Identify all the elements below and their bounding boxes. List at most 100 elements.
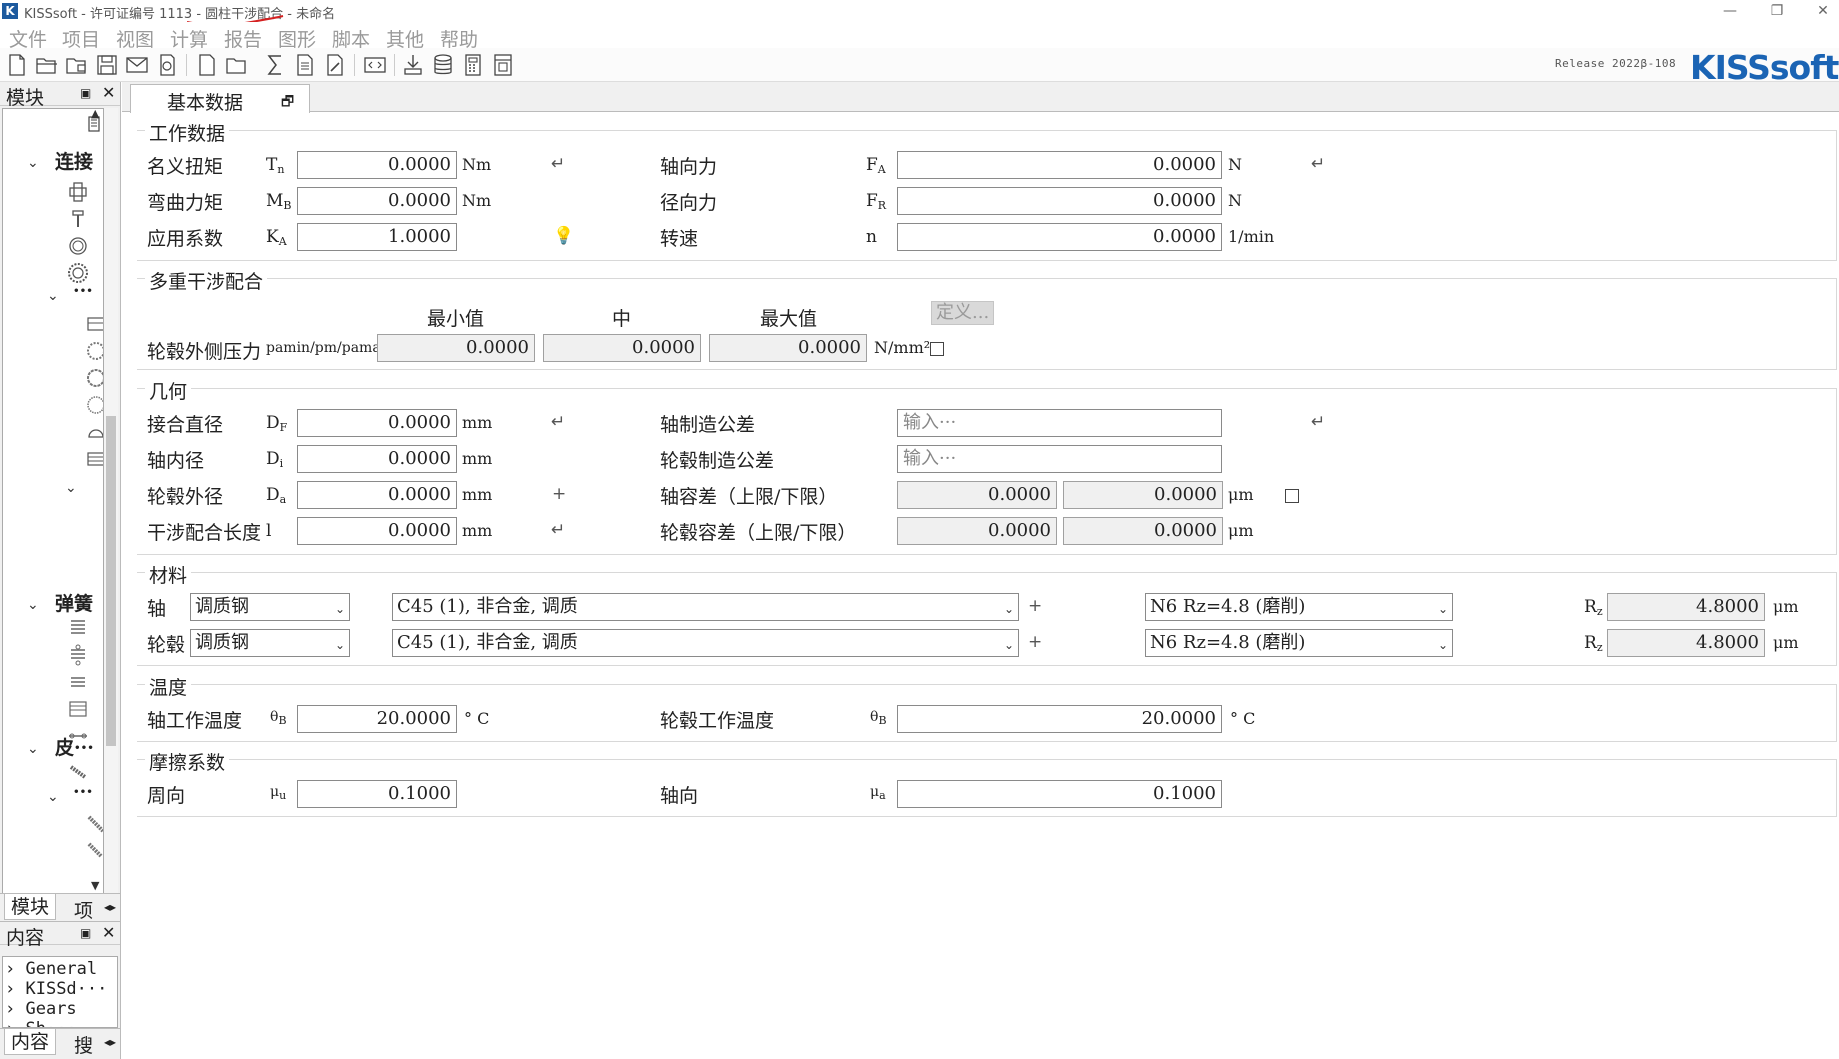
tab-basic-data[interactable]: 基本数据 🗗 (130, 84, 310, 115)
tab-scroll-icon[interactable]: ◂▸ (104, 1035, 116, 1049)
database-icon[interactable] (430, 52, 456, 78)
polygon-icon[interactable] (85, 367, 103, 389)
tree-scrollbar-thumb[interactable] (106, 416, 116, 746)
chain-icon[interactable] (85, 813, 103, 835)
report-edit-icon[interactable] (322, 52, 348, 78)
hub-rz-input[interactable]: 4.8000 (1607, 629, 1765, 657)
key-icon[interactable] (85, 313, 103, 335)
collapse-arrow-icon[interactable]: ⌄ (47, 789, 59, 805)
open-folder-icon[interactable] (34, 52, 60, 78)
radial-force-input[interactable]: 0.0000 (897, 187, 1222, 215)
belt-icon[interactable] (67, 761, 89, 783)
pin-icon[interactable]: ▣ (80, 86, 91, 100)
tab-search[interactable]: 搜 (74, 1031, 93, 1058)
fit-length-input[interactable]: 0.0000 (297, 517, 457, 545)
shaft-material-type-select[interactable]: 调质钢 ⌄ (190, 593, 350, 621)
tab-contents[interactable]: 内容 (4, 1029, 57, 1055)
hub-material-select[interactable]: C45 (1), 非合金, 调质 ⌄ (392, 629, 1019, 657)
axial-force-input[interactable]: 0.0000 (897, 151, 1222, 179)
chain-drive-icon[interactable] (85, 840, 103, 862)
expand-arrow-icon[interactable]: ⌄ (65, 480, 77, 496)
shaft-rz-input[interactable]: 4.8000 (1607, 593, 1765, 621)
pressure-min-input[interactable]: 0.0000 (377, 334, 535, 362)
save-icon[interactable] (94, 52, 120, 78)
detach-tab-icon[interactable]: 🗗 (281, 91, 294, 115)
tree-node-belt[interactable]: 皮··· (55, 733, 94, 760)
enter-arrow-icon[interactable]: ↵ (551, 520, 565, 540)
collapse-arrow-icon[interactable]: ⌄ (27, 155, 39, 171)
restore-icon[interactable]: ❐ (1762, 2, 1792, 20)
enter-arrow-icon[interactable]: ↵ (1311, 412, 1325, 432)
compression-spring-icon[interactable] (67, 617, 89, 639)
pin-icon[interactable]: ▣ (80, 926, 91, 940)
minimize-icon[interactable]: — (1715, 2, 1745, 20)
close-window-icon[interactable]: ✕ (1808, 2, 1838, 20)
speed-input[interactable]: 0.0000 (897, 223, 1222, 251)
folder-icon[interactable] (224, 52, 250, 78)
shaft-allowance-lower-input[interactable]: 0.0000 (1063, 481, 1223, 509)
scroll-up-icon[interactable]: ▲ (91, 109, 99, 120)
shaft-surface-select[interactable]: N6 Rz=4.8 (磨削) ⌄ (1145, 593, 1453, 621)
torsion-spring-icon[interactable] (67, 671, 89, 693)
hub-surface-select[interactable]: N6 Rz=4.8 (磨削) ⌄ (1145, 629, 1453, 657)
nominal-torque-input[interactable]: 0.0000 (297, 151, 457, 179)
tab-project[interactable]: 项 (74, 896, 93, 923)
new-file-icon[interactable] (4, 52, 30, 78)
bending-moment-input[interactable]: 0.0000 (297, 187, 457, 215)
plus-icon[interactable]: + (1028, 596, 1042, 616)
collapse-arrow-icon[interactable]: ⌄ (27, 741, 39, 757)
plus-icon[interactable]: + (1028, 632, 1042, 652)
shaft-inner-diameter-input[interactable]: 0.0000 (297, 445, 457, 473)
clamp-icon[interactable] (85, 448, 103, 470)
tree-node-sub-2[interactable]: ··· (73, 781, 93, 803)
shaft-material-select[interactable]: C45 (1), 非合金, 调质 ⌄ (392, 593, 1019, 621)
allowance-checkbox[interactable] (1285, 489, 1299, 503)
list-item[interactable]: › Gears (5, 999, 77, 1019)
script-icon[interactable] (362, 52, 388, 78)
history-icon[interactable] (154, 52, 180, 78)
layout-icon[interactable] (490, 52, 516, 78)
enter-arrow-icon[interactable]: ↵ (551, 412, 565, 432)
tab-modules[interactable]: 模块 (4, 894, 57, 920)
hub-material-type-select[interactable]: 调质钢 ⌄ (190, 629, 350, 657)
define-button[interactable]: 定义... (931, 301, 995, 325)
report-icon[interactable] (292, 52, 318, 78)
scroll-down-icon[interactable]: ▼ (91, 879, 99, 892)
disc-spring-icon[interactable] (67, 698, 89, 720)
shaft-tolerance-input[interactable]: 输入··· (897, 409, 1222, 437)
application-factor-input[interactable]: 1.0000 (297, 223, 457, 251)
cone-icon[interactable] (85, 421, 103, 443)
tension-spring-icon[interactable] (67, 644, 89, 666)
hub-allowance-lower-input[interactable]: 0.0000 (1063, 517, 1223, 545)
shaft-temperature-input[interactable]: 20.0000 (297, 705, 457, 733)
list-item[interactable]: › Sh··· (5, 1019, 77, 1027)
page-icon[interactable] (194, 52, 220, 78)
lightbulb-icon[interactable]: 💡 (553, 226, 574, 246)
ring-icon[interactable] (67, 235, 89, 257)
friction-axial-input[interactable]: 0.1000 (897, 780, 1222, 808)
multiple-fit-checkbox[interactable] (930, 342, 944, 356)
enter-arrow-icon[interactable]: ↵ (1311, 154, 1325, 174)
pin-connection-icon[interactable] (67, 208, 89, 230)
friction-circumferential-input[interactable]: 0.1000 (297, 780, 457, 808)
cylinder-fit-icon[interactable] (67, 181, 89, 203)
close-panel-icon[interactable]: ✕ (102, 923, 115, 942)
pressure-mid-input[interactable]: 0.0000 (543, 334, 701, 362)
tree-node-connection[interactable]: 连接 (55, 147, 93, 174)
hub-allowance-upper-input[interactable]: 0.0000 (897, 517, 1057, 545)
tree-node-sub[interactable]: ··· (73, 280, 93, 302)
mail-icon[interactable] (124, 52, 150, 78)
gear-connection-icon[interactable] (85, 340, 103, 362)
list-item[interactable]: › KISSd··· (5, 979, 107, 999)
hub-tolerance-input[interactable]: 输入··· (897, 445, 1222, 473)
calculator-icon[interactable] (460, 52, 486, 78)
tree-node-spring[interactable]: 弹簧 (55, 589, 93, 616)
close-panel-icon[interactable]: ✕ (102, 83, 115, 102)
hub-temperature-input[interactable]: 20.0000 (897, 705, 1222, 733)
joint-diameter-input[interactable]: 0.0000 (297, 409, 457, 437)
list-item[interactable]: › General (5, 959, 97, 979)
hub-outer-diameter-input[interactable]: 0.0000 (297, 481, 457, 509)
serration-icon[interactable] (85, 394, 103, 416)
open-example-icon[interactable] (64, 52, 90, 78)
calculate-icon[interactable] (262, 52, 288, 78)
